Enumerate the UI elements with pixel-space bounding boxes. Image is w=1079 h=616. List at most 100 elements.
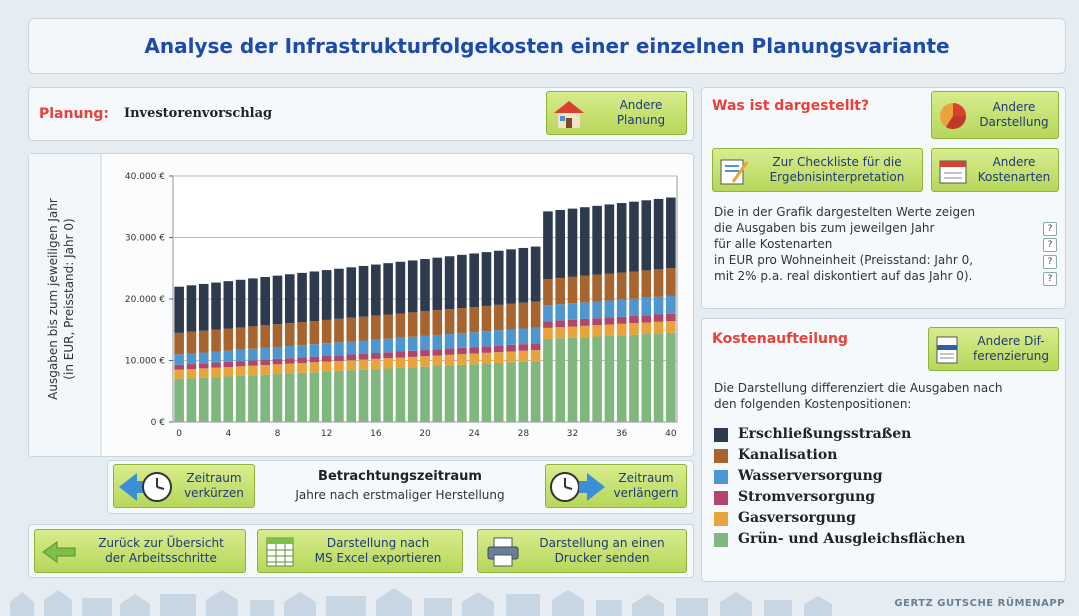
bar-segment [321,361,332,372]
bar-segment [260,359,270,365]
bar-segment [358,369,369,422]
bar-segment [321,319,332,344]
bar-segment [616,272,627,300]
zeitraum-verlaengern-button[interactable]: Zeitraum verlängern [545,464,687,508]
bar-segment [567,303,578,320]
bar-segment [223,367,234,377]
house-icon [554,101,584,128]
bar-segment [653,269,664,297]
y-axis-label: (in EUR, Preisstand: Jahr 0) [62,218,76,379]
bar-segment [334,318,344,343]
bar-segment [358,340,369,354]
info-line: die Ausgaben bis zum jeweilgen Jahr [714,221,935,235]
bar-segment [493,352,504,363]
legend-swatch [714,512,728,526]
bar-segment [407,260,418,313]
bar-segment [481,346,492,353]
bar-segment [272,346,283,359]
bar-segment [272,374,283,422]
bar-segment [592,301,602,319]
bar-segment [309,320,320,345]
bar-segment [629,298,639,316]
bar-segment [371,339,381,353]
andere-planung-button[interactable]: Andere Planung [546,91,687,135]
bar-segment [260,325,270,348]
bar-segment [641,322,652,335]
bar-segment [211,351,221,363]
bar-segment [616,316,627,324]
bar-segment [383,338,393,353]
bar-segment [420,356,430,367]
andere-darstellung-button[interactable]: Andere Darstellung [931,91,1059,139]
bar-segment [321,355,332,362]
bar-segment [223,376,234,422]
help-icon[interactable]: ? [1043,272,1057,286]
legend-label: Kanalisation [738,447,838,463]
bar-segment [592,274,602,302]
bar-segment [358,316,369,341]
bar-segment [223,350,234,362]
bar-segment [469,347,479,354]
x-tick-label: 12 [321,429,332,439]
pie-chart-icon [940,103,967,130]
zurueck-button[interactable]: Zurück zur Übersicht der Arbeitsschritte [34,529,246,573]
bar-segment [321,270,332,320]
bar-segment [211,377,221,422]
bar-segment [457,308,467,334]
dargestellt-panel: Was ist dargestellt? Andere Darstellung … [701,87,1066,309]
bar-segment [653,314,664,322]
bar-segment [235,327,246,350]
legend-label: Grün- und Ausgleichsflächen [738,531,966,547]
y-tick-label: 0 € [151,418,166,428]
bar-segment [629,334,639,422]
drucker-button[interactable]: Darstellung an einen Drucker senden [477,529,687,573]
checkliste-button[interactable]: Zur Checkliste für die Ergebnisinterpret… [712,148,923,192]
bar-segment [543,338,553,422]
brand-logo: GERTZ GUTSCHE RÜMENAPP [894,598,1065,609]
bar-segment [481,352,492,364]
bar-segment [186,353,197,365]
zeitraum-verkuerzen-button[interactable]: Zeitraum verkürzen [113,464,255,508]
bar-segment [580,207,590,276]
zurueck-label-2: der Arbeitsschritte [105,551,217,565]
bar-segment [309,362,320,373]
bar-segment [444,256,455,310]
zeitraum-verkuerzen-label-2: verkürzen [184,486,244,500]
bar-segment [309,271,320,321]
bar-segment [383,358,393,369]
x-tick-label: 16 [370,429,382,439]
bar-segment [260,374,270,422]
bar-segment [592,318,602,326]
help-icon[interactable]: ? [1043,255,1057,269]
bar-segment [334,360,344,371]
excel-export-button[interactable]: Darstellung nach MS Excel exportieren [257,529,463,573]
bar-segment [198,368,209,378]
help-icon[interactable]: ? [1043,238,1057,252]
bar-segment [543,211,553,280]
bar-segment [506,351,516,363]
bar-segment [407,350,418,357]
andere-differenzierung-button[interactable]: Andere Dif- ferenzierung [928,327,1059,371]
bar-segment [629,271,639,299]
bar-segment [198,330,209,353]
calendar-icon [939,160,967,184]
bar-segment [432,334,443,350]
bar-segment [346,354,357,361]
bar-segment [580,325,590,338]
bar-segment [309,344,320,357]
bar-segment [469,364,479,422]
legend-label: Gasversorgung [738,510,856,526]
zeitraum-title: Betrachtungszeitraum [318,469,482,484]
drucker-label-2: Drucker senden [554,551,650,565]
andere-kostenarten-button[interactable]: Andere Kostenarten [931,148,1059,192]
y-tick-label: 10.000 € [125,357,165,367]
bar-segment [358,353,369,360]
zeitraum-verlaengern-label-2: verlängern [613,486,679,500]
help-icon[interactable]: ? [1043,222,1057,236]
bar-segment [530,301,541,328]
bar-segment [235,349,246,362]
bar-segment [567,326,578,338]
zeitraum-panel: Zeitraum verkürzen Betrachtungszeitraum … [107,460,694,514]
kostenaufteilung-panel: Kostenaufteilung Andere Dif- ferenzierun… [701,318,1066,582]
legend-swatch [714,491,728,505]
